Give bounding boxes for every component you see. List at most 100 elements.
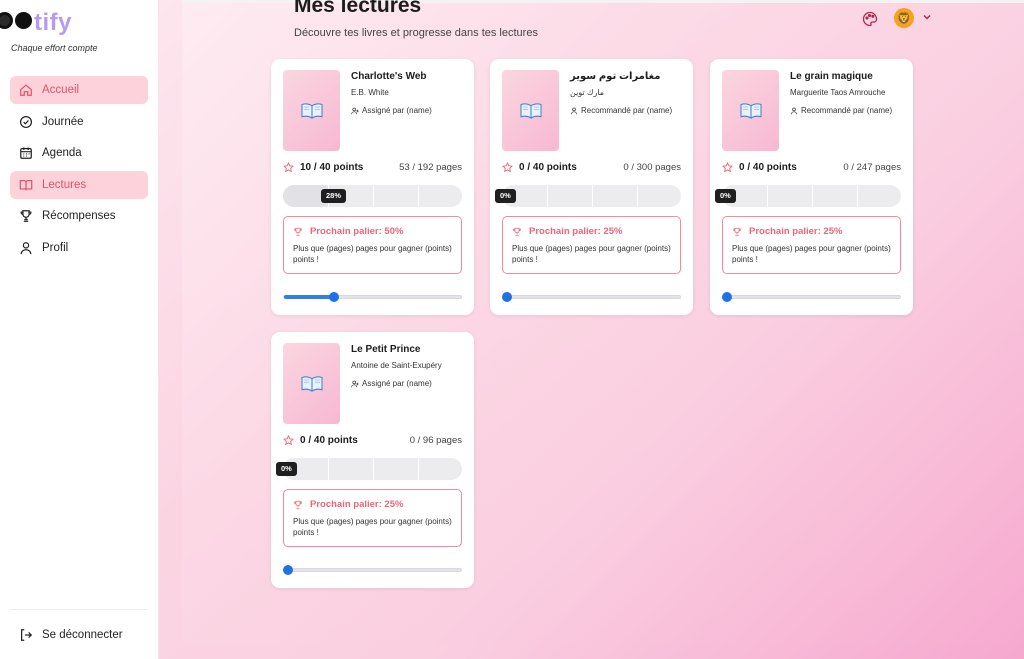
- points-text: 0 / 40 points: [739, 162, 797, 173]
- points-display: 0 / 40 points: [283, 435, 358, 446]
- user-plus-icon: [351, 380, 359, 388]
- book-card[interactable]: Le grain magique Marguerite Taos Amrouch…: [710, 59, 913, 315]
- progress-segment-divider: [637, 185, 638, 207]
- book-title: Le Petit Prince: [351, 344, 421, 355]
- star-icon: [502, 162, 513, 173]
- book-cover[interactable]: [283, 70, 340, 151]
- progress-segment-divider: [812, 185, 813, 207]
- book-title: مغامرات توم سوير: [570, 71, 661, 82]
- main-area: Mes lectures Découvre tes livres et prog…: [159, 0, 1024, 659]
- points-display: 10 / 40 points: [283, 162, 363, 173]
- progress-segment-divider: [592, 185, 593, 207]
- star-icon: [283, 435, 294, 446]
- trophy-icon: [294, 227, 302, 236]
- pages-count: 0 / 96 pages: [409, 435, 462, 446]
- book-author: مارك توين: [570, 88, 605, 97]
- milestone-progress-bar: 0%: [495, 185, 681, 207]
- sidebar-divider: [10, 609, 148, 610]
- sidebar-item-lectures[interactable]: Lectures: [10, 170, 148, 199]
- slider-handle[interactable]: [502, 292, 512, 302]
- open-book-icon: [740, 102, 761, 119]
- next-milestone-box: Prochain palier: 25% Plus que (pages) pa…: [722, 216, 901, 274]
- user-icon: [791, 107, 797, 115]
- logo-text: tify: [34, 9, 72, 36]
- points-text: 0 / 40 points: [300, 435, 358, 446]
- slider-fill: [284, 295, 334, 299]
- book-cover[interactable]: [283, 343, 340, 424]
- milestone-text: Plus que (pages) pages pour gagner (poin…: [293, 244, 452, 264]
- lion-avatar-icon[interactable]: 🦁: [894, 8, 914, 28]
- milestone-text: Plus que (pages) pages pour gagner (poin…: [293, 517, 452, 537]
- reading-progress-slider[interactable]: [283, 565, 462, 575]
- book-card[interactable]: Le Petit Prince Antoine de Saint-Exupéry…: [271, 332, 474, 588]
- sidebar-nav: Accueil Journée Agenda Lectures Récompen…: [10, 76, 148, 265]
- check-circle-icon: [19, 115, 33, 129]
- progress-segment-divider: [418, 458, 419, 480]
- points-row: 0 / 40 points 0 / 300 pages: [502, 162, 681, 173]
- open-book-icon: [301, 102, 322, 119]
- milestone-header: Prochain palier: 25%: [293, 499, 403, 510]
- sidebar-item-recompenses[interactable]: Récompenses: [10, 202, 148, 230]
- sidebar-item-label: Profil: [42, 241, 69, 254]
- progress-segment-divider: [373, 458, 374, 480]
- reading-progress-slider[interactable]: [283, 292, 462, 302]
- sidebar-item-agenda[interactable]: Agenda: [10, 139, 148, 167]
- book-author: E.B. White: [351, 88, 389, 97]
- book-assignment: Assigné par (name): [351, 105, 466, 116]
- milestone-progress-bar: 0%: [715, 185, 901, 207]
- next-milestone-box: Prochain palier: 25% Plus que (pages) pa…: [502, 216, 681, 274]
- book-title: Charlotte's Web: [351, 71, 427, 82]
- milestone-header: Prochain palier: 25%: [732, 226, 842, 237]
- assignment-text: Assigné par (name): [362, 106, 432, 115]
- book-card[interactable]: مغامرات توم سوير مارك توين Recommandé pa…: [490, 59, 693, 315]
- points-text: 0 / 40 points: [519, 162, 577, 173]
- assignment-text: Recommandé par (name): [581, 106, 673, 115]
- milestone-title: Prochain palier: 25%: [529, 226, 623, 237]
- progress-segment-divider: [547, 185, 548, 207]
- sidebar-item-profil[interactable]: Profil: [10, 234, 148, 262]
- trophy-icon: [733, 227, 741, 236]
- milestone-title: Prochain palier: 50%: [310, 226, 404, 237]
- points-row: 0 / 40 points 0 / 247 pages: [722, 162, 901, 173]
- content-panel: Mes lectures Découvre tes livres et prog…: [182, 0, 1024, 645]
- slider-handle[interactable]: [329, 292, 339, 302]
- pages-count: 0 / 300 pages: [623, 162, 681, 173]
- progress-segment-divider: [373, 185, 374, 207]
- home-icon: [19, 83, 33, 97]
- sidebar-item-accueil[interactable]: Accueil: [10, 76, 148, 104]
- trophy-icon: [19, 209, 33, 223]
- slider-handle[interactable]: [722, 292, 732, 302]
- palette-icon[interactable]: [862, 11, 878, 27]
- sidebar: tify Chaque effort compte Accueil Journé…: [0, 0, 159, 659]
- pages-count: 53 / 192 pages: [399, 162, 462, 173]
- book-card[interactable]: Charlotte's Web E.B. White Assigné par (…: [271, 59, 474, 315]
- book-assignment: Assigné par (name): [351, 378, 466, 389]
- logout-icon: [21, 629, 33, 641]
- reading-progress-slider[interactable]: [722, 292, 901, 302]
- book-cover[interactable]: [722, 70, 779, 151]
- points-row: 10 / 40 points 53 / 192 pages: [283, 162, 462, 173]
- sidebar-item-label: Lectures: [42, 178, 87, 191]
- reading-progress-slider[interactable]: [502, 292, 681, 302]
- logo-mark: [0, 12, 32, 29]
- book-author: Marguerite Taos Amrouche: [790, 88, 886, 97]
- points-display: 0 / 40 points: [502, 162, 577, 173]
- sidebar-item-journee[interactable]: Journée: [10, 108, 148, 136]
- milestone-title: Prochain palier: 25%: [310, 499, 404, 510]
- milestone-text: Plus que (pages) pages pour gagner (poin…: [512, 244, 671, 264]
- sidebar-item-label: Journée: [42, 115, 84, 128]
- book-cover[interactable]: [502, 70, 559, 151]
- user-icon: [19, 241, 33, 255]
- book-title: Le grain magique: [790, 71, 873, 82]
- logout-button[interactable]: Se déconnecter: [19, 628, 123, 642]
- logout-label: Se déconnecter: [42, 629, 123, 641]
- chevron-down-icon[interactable]: [922, 12, 932, 22]
- milestone-header: Prochain palier: 50%: [293, 226, 403, 237]
- milestone-header: Prochain palier: 25%: [512, 226, 622, 237]
- milestone-progress-bar: 28%: [283, 185, 462, 207]
- pages-count: 0 / 247 pages: [843, 162, 901, 173]
- user-plus-icon: [351, 107, 359, 115]
- slider-handle[interactable]: [283, 565, 293, 575]
- points-display: 0 / 40 points: [722, 162, 797, 173]
- sidebar-item-label: Récompenses: [42, 210, 116, 222]
